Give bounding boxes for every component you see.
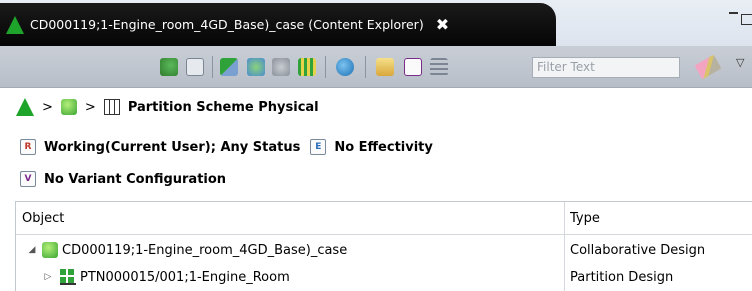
breadcrumb: > > Partition Scheme Physical bbox=[16, 98, 319, 116]
variant-rule-icon[interactable]: V bbox=[20, 171, 36, 187]
partition-add-icon[interactable] bbox=[220, 58, 238, 76]
filter-text-input[interactable]: Filter Text bbox=[532, 57, 680, 78]
info-panel: > > Partition Scheme Physical R Working(… bbox=[0, 88, 752, 201]
type-cell: Collaborative Design bbox=[570, 242, 706, 258]
breadcrumb-current[interactable]: Partition Scheme Physical bbox=[128, 100, 319, 115]
collaborative-design-icon bbox=[42, 242, 58, 258]
open-icon[interactable] bbox=[376, 58, 394, 76]
variant-row: V No Variant Configuration bbox=[20, 171, 226, 187]
settings-icon[interactable] bbox=[272, 58, 290, 76]
revision-rule-label[interactable]: Working(Current User); Any Status bbox=[44, 140, 300, 155]
tree-icon[interactable] bbox=[430, 58, 448, 76]
revision-rule-row: R Working(Current User); Any Status E No… bbox=[20, 139, 433, 155]
variant-label[interactable]: No Variant Configuration bbox=[44, 172, 226, 187]
content-explorer-window: CD000119;1-Engine_room_4GD_Base)_case (C… bbox=[0, 0, 752, 291]
effectivity-rule-icon[interactable]: E bbox=[310, 139, 327, 155]
tab-title: CD000119;1-Engine_room_4GD_Base)_case (C… bbox=[30, 17, 424, 32]
effectivity-icon[interactable] bbox=[404, 58, 422, 76]
table-header: Object Type bbox=[16, 202, 752, 235]
column-header-object[interactable]: Object bbox=[16, 202, 564, 235]
maximize-icon[interactable] bbox=[741, 14, 752, 25]
gears-icon[interactable] bbox=[247, 58, 265, 76]
grid-icon[interactable] bbox=[298, 58, 316, 76]
type-cell: Partition Design bbox=[570, 269, 674, 285]
menu-arrow-icon[interactable]: ▽ bbox=[736, 56, 744, 69]
table-row[interactable]: ◢ CD000119;1-Engine_room_4GD_Base)_case … bbox=[16, 237, 752, 263]
partition-scheme-icon bbox=[103, 99, 120, 115]
column-header-type[interactable]: Type bbox=[564, 202, 752, 235]
breadcrumb-separator: > bbox=[42, 99, 53, 115]
toolbar-separator bbox=[212, 56, 213, 78]
object-name: CD000119;1-Engine_room_4GD_Base)_case bbox=[62, 242, 348, 258]
toolbar-separator bbox=[325, 56, 326, 78]
table-row[interactable]: ▷ PTN000015/001;1-Engine_Room Partition … bbox=[16, 264, 752, 290]
object-cell: ◢ CD000119;1-Engine_room_4GD_Base)_case bbox=[26, 237, 347, 263]
toolbar-separator bbox=[365, 56, 366, 78]
app-logo-icon bbox=[6, 15, 24, 34]
partition-design-icon bbox=[60, 269, 76, 285]
cube-icon[interactable] bbox=[60, 99, 77, 115]
toolbar: Filter Text ▽ bbox=[0, 46, 752, 88]
properties-icon[interactable] bbox=[186, 58, 204, 76]
tab-strip: CD000119;1-Engine_room_4GD_Base)_case (C… bbox=[0, 0, 752, 46]
expand-collapse-icon[interactable]: ▷ bbox=[42, 272, 54, 282]
breadcrumb-separator: > bbox=[84, 99, 96, 115]
object-name: PTN000015/001;1-Engine_Room bbox=[80, 269, 290, 285]
home-logo-icon[interactable] bbox=[16, 98, 34, 116]
structure-table: Object Type ◢ CD000119;1-Engine_room_4GD… bbox=[15, 201, 752, 291]
effectivity-label[interactable]: No Effectivity bbox=[334, 140, 433, 155]
globe-icon[interactable] bbox=[336, 58, 354, 76]
structure-icon[interactable] bbox=[160, 58, 178, 76]
minimize-icon[interactable] bbox=[729, 12, 738, 14]
editor-tab[interactable]: CD000119;1-Engine_room_4GD_Base)_case (C… bbox=[0, 3, 556, 46]
object-cell: ▷ PTN000015/001;1-Engine_Room bbox=[42, 264, 290, 290]
close-icon[interactable]: ✖ bbox=[436, 15, 449, 34]
expand-collapse-icon[interactable]: ◢ bbox=[26, 245, 38, 255]
eraser-icon[interactable] bbox=[694, 54, 722, 80]
revision-rule-icon[interactable]: R bbox=[20, 139, 36, 155]
